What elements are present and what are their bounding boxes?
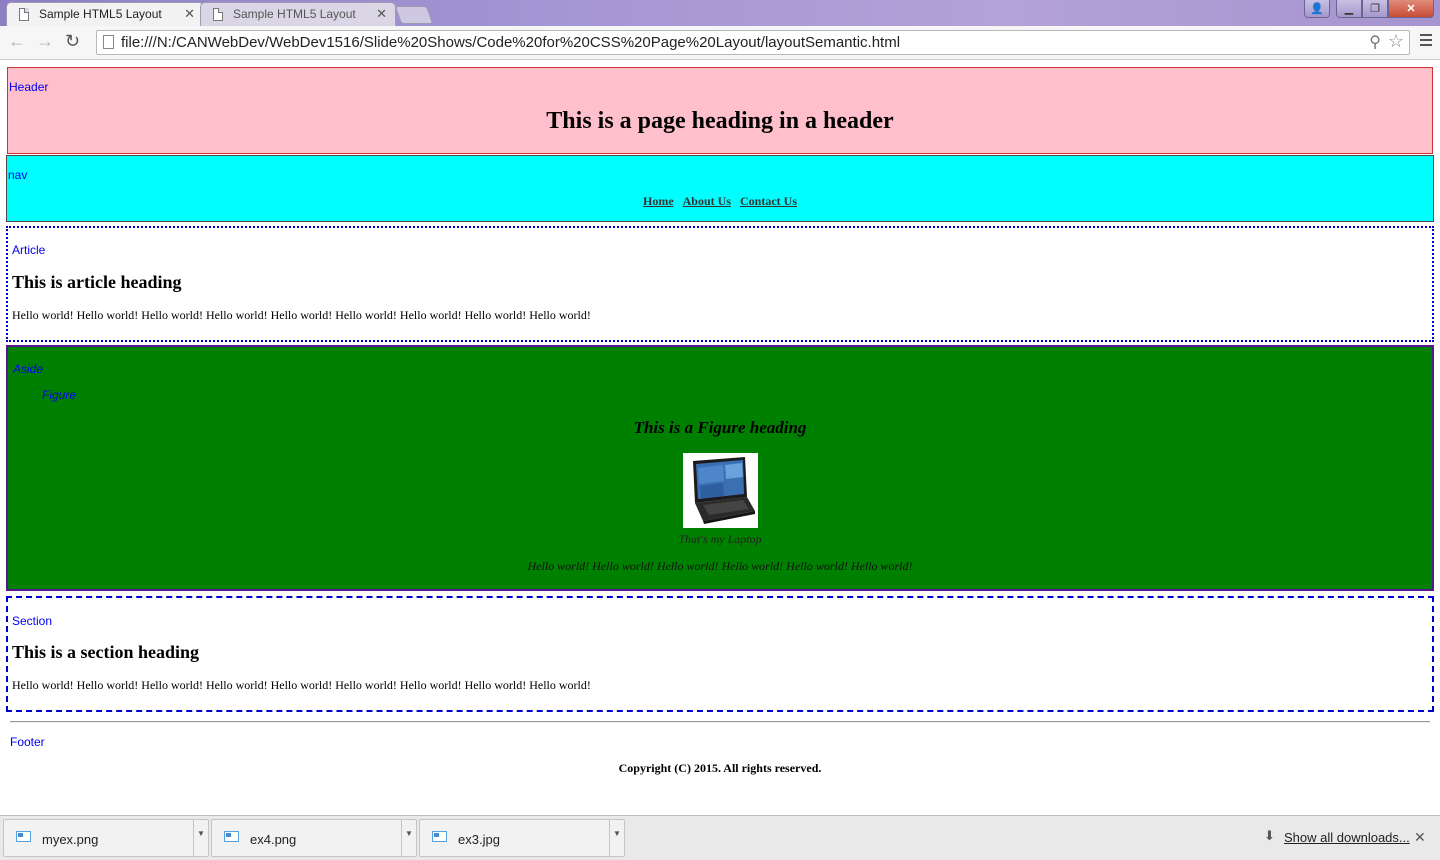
browser-toolbar: ← → ↻ file:///N:/CANWebDev/WebDev1516/Sl… <box>0 26 1440 60</box>
nav-link-home[interactable]: Home <box>643 194 674 208</box>
nav-bar: nav Home About Us Contact Us <box>6 155 1434 222</box>
restore-button[interactable]: ❐ <box>1362 0 1388 18</box>
title-bar: Sample HTML5 Layout ✕ Sample HTML5 Layou… <box>0 0 1440 26</box>
show-all-downloads-link[interactable]: Show all downloads... <box>1284 830 1410 845</box>
forward-arrow-icon[interactable]: → <box>36 31 54 52</box>
nav-link-about[interactable]: About Us <box>683 194 731 208</box>
section-heading: This is a section heading <box>12 642 200 662</box>
image-file-icon <box>16 831 31 842</box>
window-controls: 👤 ▁ ❐ ✕ <box>1304 0 1434 19</box>
nav-label: nav <box>8 168 28 182</box>
article-box: Article This is article heading Hello wo… <box>6 226 1434 342</box>
aside-label: Aside <box>13 362 44 376</box>
page-header: Header This is a page heading in a heade… <box>7 67 1433 154</box>
page-icon <box>19 8 29 21</box>
page-heading: This is a page heading in a header <box>546 108 894 134</box>
close-icon[interactable]: ✕ <box>376 6 387 22</box>
tab-title: Sample HTML5 Layout <box>233 7 356 21</box>
chevron-down-icon[interactable]: ▼ <box>401 820 416 856</box>
section-text: Hello world! Hello world! Hello world! H… <box>12 678 591 692</box>
header-label: Header <box>9 80 49 94</box>
page-content: Header This is a page heading in a heade… <box>0 60 1440 815</box>
reload-icon[interactable]: ↻ <box>65 31 80 52</box>
bookmark-star-icon[interactable]: ☆ <box>1388 31 1404 52</box>
image-file-icon <box>432 831 447 842</box>
article-text: Hello world! Hello world! Hello world! H… <box>12 308 591 322</box>
nav-link-contact[interactable]: Contact Us <box>740 194 797 208</box>
image-file-icon <box>224 831 239 842</box>
chevron-down-icon[interactable]: ▼ <box>193 820 208 856</box>
tab-active[interactable]: Sample HTML5 Layout ✕ <box>6 2 204 26</box>
close-icon[interactable]: ✕ <box>184 6 195 22</box>
nav-links: Home About Us Contact Us <box>7 194 1433 209</box>
user-icon[interactable]: 👤 <box>1304 0 1330 18</box>
minimize-button[interactable]: ▁ <box>1336 0 1362 18</box>
search-icon[interactable]: ⚲ <box>1369 32 1381 52</box>
back-arrow-icon[interactable]: ← <box>8 31 26 52</box>
close-icon[interactable]: ✕ <box>1414 829 1426 846</box>
download-filename: ex3.jpg <box>458 832 500 847</box>
download-filename: ex4.png <box>250 832 297 847</box>
tab-title: Sample HTML5 Layout <box>39 7 162 21</box>
download-icon: ⬇ <box>1264 828 1275 843</box>
aside-text: Hello world! Hello world! Hello world! H… <box>527 559 913 573</box>
section-box: Section This is a section heading Hello … <box>6 596 1434 712</box>
footer-label: Footer <box>10 735 45 749</box>
download-item[interactable]: ex4.png ▼ <box>211 819 417 857</box>
laptop-image <box>683 453 758 528</box>
chevron-down-icon[interactable]: ▼ <box>609 820 624 856</box>
close-window-button[interactable]: ✕ <box>1388 0 1434 18</box>
page-icon <box>103 35 114 49</box>
new-tab-button[interactable] <box>394 6 434 24</box>
address-bar[interactable]: file:///N:/CANWebDev/WebDev1516/Slide%20… <box>96 30 1410 55</box>
download-item[interactable]: myex.png ▼ <box>3 819 209 857</box>
copyright-text: Copyright (C) 2015. All rights reserved. <box>618 761 822 775</box>
article-label: Article <box>12 243 46 257</box>
download-item[interactable]: ex3.jpg ▼ <box>419 819 625 857</box>
figure-caption: That's my Laptop <box>678 532 762 546</box>
url-text[interactable]: file:///N:/CANWebDev/WebDev1516/Slide%20… <box>121 34 900 51</box>
download-filename: myex.png <box>42 832 99 847</box>
tab-inactive[interactable]: Sample HTML5 Layout ✕ <box>200 2 396 26</box>
figure-label: Figure <box>42 388 77 402</box>
divider <box>10 721 1430 723</box>
page-icon <box>213 8 223 21</box>
article-heading: This is article heading <box>12 272 182 292</box>
download-shelf: myex.png ▼ ex4.png ▼ ex3.jpg ▼ ⬇ Show al… <box>0 815 1440 860</box>
menu-icon[interactable] <box>1420 34 1432 49</box>
aside-box: Aside Figure This is a Figure heading Th… <box>6 345 1434 591</box>
figure-heading: This is a Figure heading <box>633 418 807 437</box>
section-label: Section <box>12 614 53 628</box>
